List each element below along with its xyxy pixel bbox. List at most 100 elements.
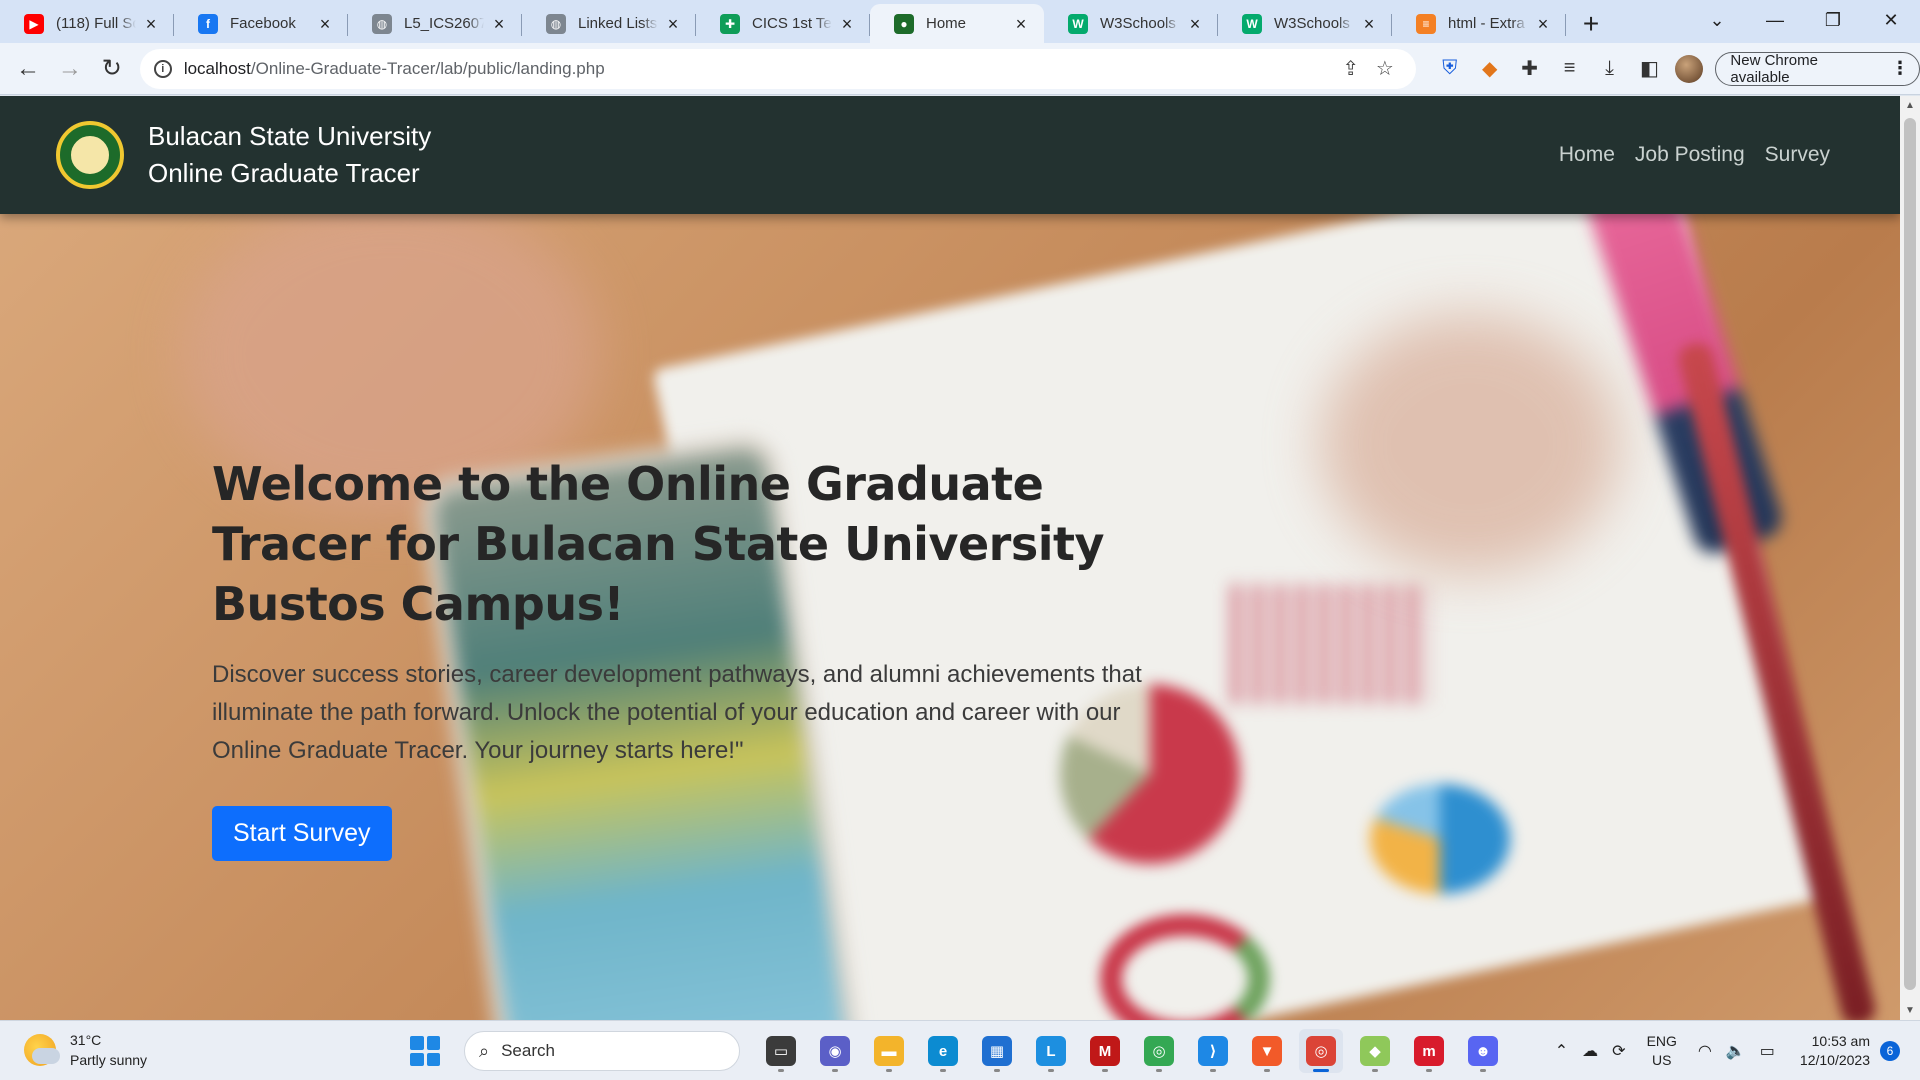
site-info-icon[interactable]: i — [153, 59, 172, 78]
tab-title: W3Schools Tr — [1100, 15, 1180, 32]
browser-tab[interactable]: ✚ CICS 1st Term × — [696, 4, 870, 43]
browser-tab[interactable]: ● Home × — [870, 4, 1044, 43]
close-tab-icon[interactable]: × — [1186, 15, 1204, 33]
scroll-down-arrow-icon[interactable]: ▼ — [1900, 1005, 1920, 1016]
search-icon: ⌕ — [479, 1040, 490, 1061]
tab-search-icon[interactable]: ⌄ — [1688, 10, 1746, 31]
close-tab-icon[interactable]: × — [664, 15, 682, 33]
taskbar-app[interactable]: ◎ — [1137, 1029, 1181, 1073]
show-hidden-icons-icon[interactable]: ⌃ — [1555, 1041, 1568, 1061]
taskbar-app[interactable]: ▼ — [1245, 1029, 1289, 1073]
battery-icon[interactable]: ▭ — [1760, 1041, 1775, 1061]
sheets-icon: ✚ — [720, 13, 740, 34]
nav-link-survey[interactable]: Survey — [1765, 143, 1830, 167]
close-tab-icon[interactable]: × — [1534, 15, 1552, 33]
teams-icon: ◉ — [820, 1036, 850, 1066]
sync-icon[interactable]: ⟳ — [1612, 1041, 1625, 1061]
new-tab-button[interactable]: + — [1566, 4, 1616, 43]
scrollbar-thumb[interactable] — [1904, 118, 1916, 990]
taskbar-app[interactable]: ▭ — [759, 1029, 803, 1073]
downloads-icon[interactable]: ⤓ — [1590, 49, 1630, 89]
taskbar-app[interactable]: ◆ — [1353, 1029, 1397, 1073]
language-indicator[interactable]: ENG US — [1647, 1032, 1677, 1070]
more-menu-icon[interactable]: ⋮ — [1891, 58, 1909, 79]
scroll-up-arrow-icon[interactable]: ▲ — [1900, 100, 1920, 111]
nav-link-job-posting[interactable]: Job Posting — [1635, 143, 1745, 167]
bookmark-star-icon[interactable]: ☆ — [1368, 56, 1402, 81]
browser-tab[interactable]: f Facebook × — [174, 4, 348, 43]
taskbar-app[interactable]: ▬ — [867, 1029, 911, 1073]
metamask-extension-icon[interactable]: ◆ — [1470, 49, 1510, 89]
browser-tab[interactable]: ≡ html - Extra s × — [1392, 4, 1566, 43]
youtube-icon: ▶ — [24, 13, 44, 34]
media-controls-icon[interactable]: ≡ — [1550, 49, 1590, 89]
extensions-puzzle-icon[interactable]: ✚ — [1510, 49, 1550, 89]
web-page: Bulacan State University Online Graduate… — [0, 96, 1900, 1020]
close-tab-icon[interactable]: × — [142, 15, 160, 33]
close-window-button[interactable]: ✕ — [1862, 10, 1920, 31]
url-host: localhost — [183, 58, 251, 78]
tab-title: Home — [926, 15, 967, 32]
taskbar-app[interactable]: e — [921, 1029, 965, 1073]
volume-icon[interactable]: 🔈 — [1726, 1041, 1746, 1061]
hero-content: Welcome to the Online Graduate Tracer fo… — [212, 454, 1142, 861]
system-tray: ⌃ ☁ ⟳ ENG US ◠ 🔈 ▭ 10:53 am 12/10/2023 6 — [1548, 1021, 1900, 1080]
myasus-icon: m — [1414, 1036, 1444, 1066]
chrome-update-button[interactable]: New Chrome available ⋮ — [1715, 51, 1920, 86]
start-survey-button[interactable]: Start Survey — [212, 806, 392, 861]
close-tab-icon[interactable]: × — [490, 15, 508, 33]
w3schools-icon: W — [1242, 13, 1262, 34]
minimize-button[interactable]: — — [1746, 10, 1804, 31]
taskbar-app[interactable]: ▦ — [975, 1029, 1019, 1073]
browser-tab[interactable]: W W3Schools Tr × — [1044, 4, 1218, 43]
browser-tab[interactable]: ▶ (118) Full Scre × — [0, 4, 174, 43]
profile-avatar[interactable] — [1675, 54, 1704, 83]
hero-description: Discover success stories, career develop… — [212, 661, 1142, 764]
git-client-icon: ◆ — [1360, 1036, 1390, 1066]
taskbar-app[interactable]: ◉ — [813, 1029, 857, 1073]
site-brand[interactable]: Bulacan State University Online Graduate… — [148, 118, 431, 192]
side-panel-icon[interactable]: ◧ — [1630, 49, 1670, 89]
brave-icon: ▼ — [1252, 1036, 1282, 1066]
nav-link-home[interactable]: Home — [1559, 143, 1615, 167]
tab-title: W3Schools Tr — [1274, 15, 1354, 32]
page-scrollbar[interactable]: ▲ ▼ — [1900, 96, 1920, 1020]
close-tab-icon[interactable]: × — [1360, 15, 1378, 33]
browser-tab[interactable]: ◍ L5_ICS2607 × — [348, 4, 522, 43]
close-tab-icon[interactable]: × — [1012, 15, 1030, 33]
taskbar-app[interactable]: ☻ — [1461, 1029, 1505, 1073]
bitwarden-extension-icon[interactable]: ⛨ — [1430, 49, 1470, 89]
weather-widget[interactable]: 31°C Partly sunny — [24, 1030, 147, 1070]
windows-start-icon[interactable] — [410, 1036, 440, 1066]
brand-line-2: Online Graduate Tracer — [148, 158, 420, 188]
taskbar-app[interactable]: L — [1029, 1029, 1073, 1073]
hero-section: Welcome to the Online Graduate Tracer fo… — [0, 214, 1900, 1020]
university-logo[interactable] — [56, 121, 124, 189]
back-button[interactable]: ← — [8, 49, 48, 89]
chrome-update-label: New Chrome available — [1730, 51, 1818, 86]
browser-toolbar: ← → ↻ i localhost/Online-Graduate-Tracer… — [0, 43, 1920, 95]
browser-tab[interactable]: ◍ Linked Lists × — [522, 4, 696, 43]
reload-button[interactable]: ↻ — [92, 49, 132, 89]
taskbar-app[interactable]: ◎ — [1299, 1029, 1343, 1073]
browser-tab-strip: ▶(118) Full Scre×fFacebook×◍L5_ICS2607×◍… — [0, 0, 1920, 43]
restore-button[interactable]: ❐ — [1804, 10, 1862, 31]
taskbar-app[interactable]: m — [1407, 1029, 1451, 1073]
wifi-icon[interactable]: ◠ — [1698, 1041, 1712, 1061]
tab-title: Facebook — [230, 15, 296, 32]
notification-badge[interactable]: 6 — [1880, 1041, 1900, 1061]
taskbar-clock[interactable]: 10:53 am 12/10/2023 — [1800, 1032, 1870, 1070]
forward-button[interactable]: → — [50, 49, 90, 89]
taskbar-search[interactable]: ⌕ Search — [464, 1031, 740, 1071]
tab-title: L5_ICS2607 — [404, 15, 484, 32]
windows-taskbar: 31°C Partly sunny ⌕ Search ▭ ◉ ▬ e ▦ L M ◎ ⟩ ▼ ◎ ◆ m… — [0, 1020, 1920, 1080]
close-tab-icon[interactable]: × — [316, 15, 334, 33]
task-view-icon: ▭ — [766, 1036, 796, 1066]
share-icon[interactable]: ⇪ — [1334, 56, 1368, 81]
taskbar-app[interactable]: ⟩ — [1191, 1029, 1235, 1073]
onedrive-icon[interactable]: ☁ — [1582, 1041, 1598, 1061]
close-tab-icon[interactable]: × — [838, 15, 856, 33]
taskbar-app[interactable]: M — [1083, 1029, 1127, 1073]
browser-tab[interactable]: W W3Schools Tr × — [1218, 4, 1392, 43]
address-bar[interactable]: i localhost/Online-Graduate-Tracer/lab/p… — [139, 48, 1416, 89]
